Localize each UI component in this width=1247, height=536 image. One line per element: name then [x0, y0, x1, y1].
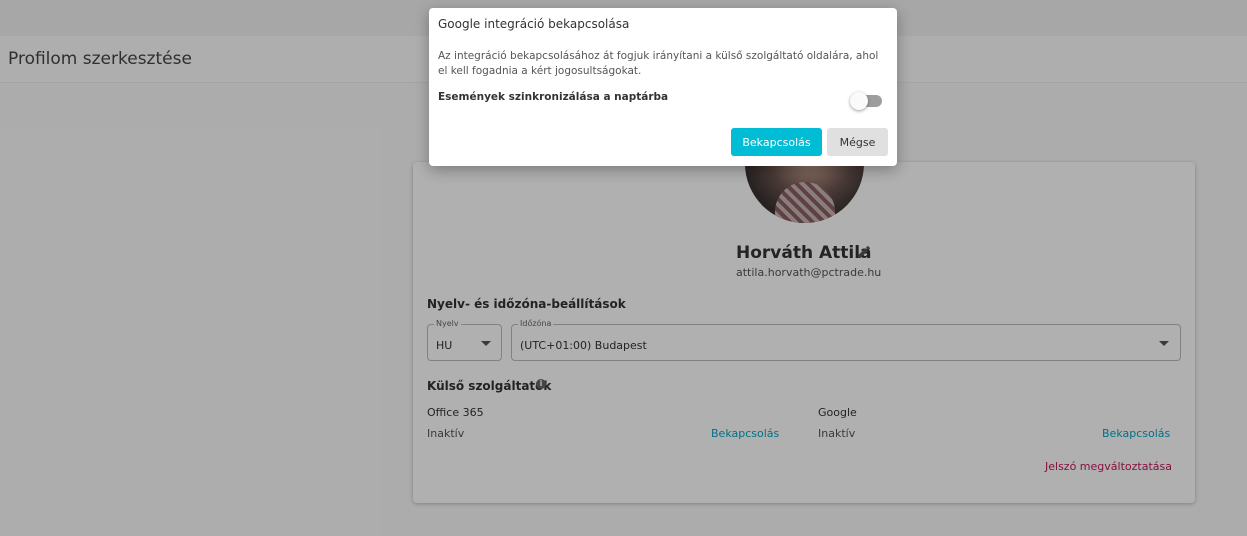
- cancel-button[interactable]: Mégse: [827, 128, 888, 156]
- calendar-sync-toggle[interactable]: [850, 92, 882, 110]
- dialog-description: Az integráció bekapcsolásához át fogjuk …: [438, 50, 879, 77]
- dialog-title: Google integráció bekapcsolása: [438, 17, 630, 31]
- enable-button[interactable]: Bekapcsolás: [731, 128, 822, 156]
- google-integration-dialog: Google integráció bekapcsolása Az integr…: [429, 8, 897, 166]
- toggle-knob: [850, 92, 868, 110]
- calendar-sync-label: Események szinkronizálása a naptárba: [438, 91, 669, 103]
